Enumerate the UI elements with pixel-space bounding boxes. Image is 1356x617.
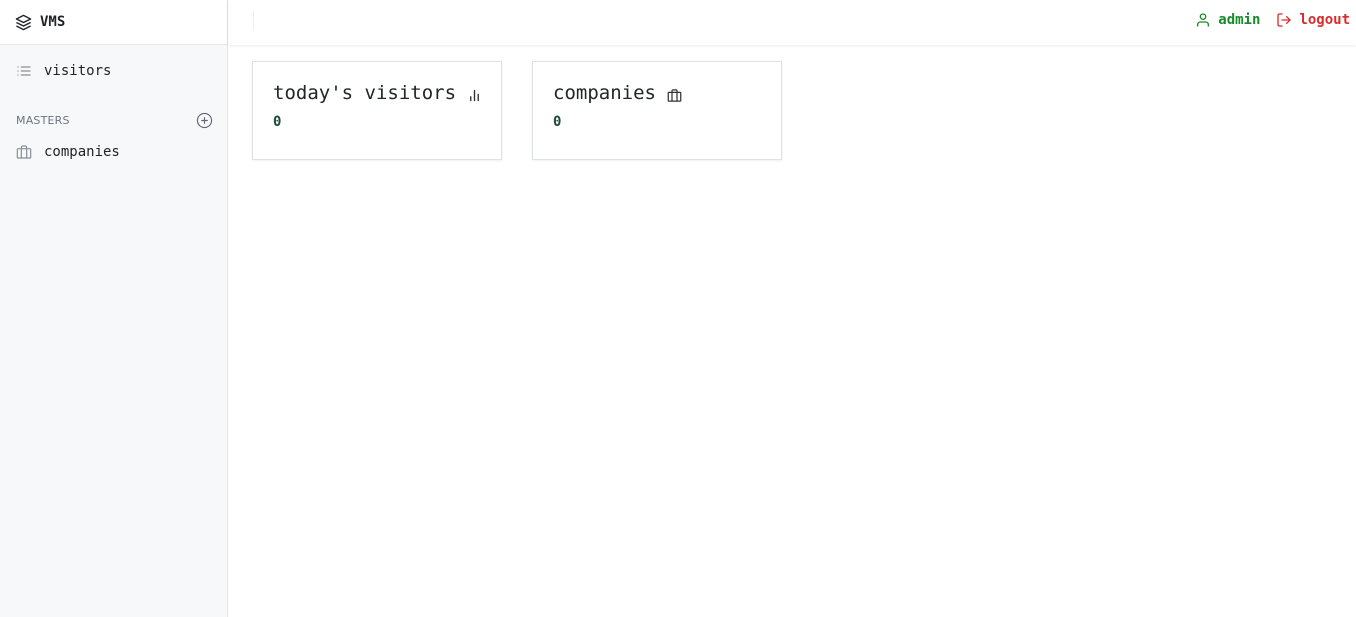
sidebar-item-label: visitors (44, 63, 112, 79)
user-menu-button[interactable]: admin (1195, 12, 1260, 28)
topbar-divider (253, 12, 254, 30)
sidebar-item-label: companies (44, 144, 120, 160)
card-title-text: companies (553, 82, 656, 104)
brand[interactable]: VMS (0, 0, 227, 45)
sidebar-item-visitors[interactable]: visitors (0, 60, 227, 82)
sidebar-item-companies[interactable]: companies (0, 141, 227, 163)
logout-button[interactable]: logout (1276, 12, 1350, 28)
card-value: 0 (273, 114, 282, 130)
card-title: today's visitors (273, 82, 482, 104)
logout-label: logout (1299, 12, 1350, 28)
user-icon (1195, 12, 1211, 28)
card-title-text: today's visitors (273, 82, 457, 104)
section-header-masters: MASTERS (16, 112, 213, 129)
bar-chart-icon (467, 88, 482, 103)
plus-circle-icon[interactable] (196, 112, 213, 129)
card-title: companies (553, 82, 682, 104)
layers-icon (15, 14, 32, 31)
card-companies: companies 0 (532, 61, 782, 160)
user-name: admin (1218, 12, 1261, 28)
topbar: admin logout (228, 0, 1356, 45)
briefcase-icon (667, 88, 682, 103)
list-icon (16, 63, 32, 79)
card-value: 0 (553, 114, 562, 130)
logout-icon (1276, 12, 1292, 28)
sidebar: VMS visitors MASTERS companies (0, 0, 228, 617)
section-title: MASTERS (16, 114, 70, 127)
brand-name: VMS (40, 14, 66, 30)
user-area: admin logout (1195, 12, 1350, 28)
card-todays-visitors: today's visitors 0 (252, 61, 502, 160)
briefcase-icon (16, 144, 32, 160)
